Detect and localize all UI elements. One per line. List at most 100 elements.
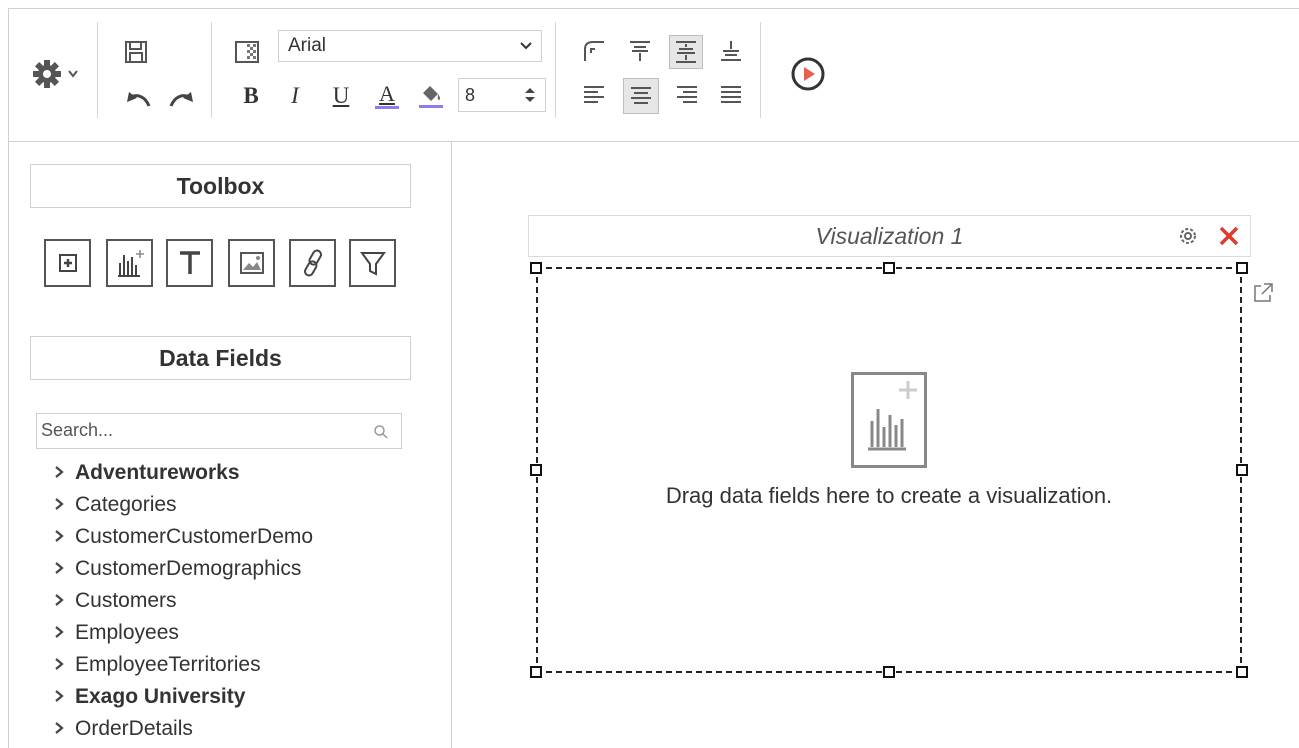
toolbar-divider	[97, 22, 98, 118]
run-report-button[interactable]	[788, 54, 828, 94]
underline-label: U	[332, 83, 350, 108]
align-bottom-icon	[721, 41, 741, 61]
tree-item[interactable]: CustomerCustomerDemo	[53, 522, 313, 552]
left-panel: Toolbox Data Fields Search... Adventurew…	[8, 142, 452, 748]
resize-handle-bottom-right[interactable]	[1236, 666, 1248, 678]
visualization-drop-zone[interactable]	[536, 267, 1242, 673]
tree-item-label: Categories	[75, 493, 177, 516]
bold-button[interactable]: B	[236, 80, 266, 112]
settings-menu-button[interactable]	[28, 56, 88, 92]
align-middle-button[interactable]	[669, 35, 703, 69]
text-align-center-icon	[631, 87, 651, 104]
visualization-delete-button[interactable]	[1217, 224, 1241, 253]
chart-icon	[117, 250, 144, 277]
search-icon[interactable]	[373, 424, 389, 440]
close-icon	[1219, 226, 1239, 246]
font-size-stepper[interactable]: 8	[458, 78, 546, 112]
tree-item[interactable]: CustomerDemographics	[53, 554, 301, 584]
tool-image[interactable]	[228, 239, 275, 287]
align-right-button[interactable]	[672, 80, 702, 110]
chevron-right-icon[interactable]	[53, 554, 75, 584]
chart-placeholder	[851, 372, 927, 468]
align-justify-button[interactable]	[716, 80, 746, 110]
resize-handle-left[interactable]	[530, 464, 542, 476]
tree-item-label: EmployeeTerritories	[75, 653, 261, 676]
tree-item-label: Adventureworks	[75, 461, 240, 484]
tree-item-label: Employees	[75, 621, 179, 644]
tree-item-label: OrderDetails	[75, 717, 193, 740]
undo-icon	[127, 92, 151, 107]
cell-corner-button[interactable]	[579, 36, 609, 66]
chevron-right-icon[interactable]	[53, 618, 75, 648]
resize-handle-bottom-left[interactable]	[530, 666, 542, 678]
spinner-arrows-icon[interactable]	[523, 85, 537, 105]
tree-item[interactable]: OrderDetails	[53, 714, 193, 744]
font-family-value: Arial	[288, 35, 327, 56]
chevron-right-icon[interactable]	[53, 586, 75, 616]
tree-item[interactable]: Exago University	[53, 682, 245, 712]
cell-format-button[interactable]	[232, 38, 262, 66]
resize-handle-top-left[interactable]	[530, 262, 542, 274]
text-align-justify-icon	[721, 86, 741, 103]
align-middle-icon	[676, 41, 696, 63]
redo-button[interactable]	[164, 82, 200, 114]
tool-filter[interactable]	[349, 239, 396, 287]
resize-handle-right[interactable]	[1236, 464, 1248, 476]
save-button[interactable]	[120, 36, 152, 68]
visualization-settings-button[interactable]	[1176, 224, 1200, 253]
tool-text[interactable]	[166, 239, 213, 287]
toolbar	[8, 8, 1299, 142]
align-top-button[interactable]	[625, 36, 655, 66]
chart-placeholder-icon	[868, 381, 917, 451]
chevron-right-icon[interactable]	[53, 682, 75, 712]
font-family-select[interactable]: Arial	[278, 30, 542, 62]
fill-color-button[interactable]	[416, 78, 446, 112]
tool-link[interactable]	[289, 239, 336, 287]
data-fields-header: Data Fields	[30, 336, 411, 380]
popout-button[interactable]	[1252, 282, 1274, 309]
align-center-button[interactable]	[623, 78, 659, 114]
tree-item[interactable]: Customers	[53, 586, 177, 616]
data-fields-search[interactable]	[36, 413, 402, 449]
play-icon	[791, 57, 825, 91]
tree-item[interactable]: Categories	[53, 490, 177, 520]
undo-button[interactable]	[120, 82, 156, 114]
resize-handle-top[interactable]	[883, 262, 895, 274]
chevron-right-icon[interactable]	[53, 522, 75, 552]
italic-button[interactable]: I	[280, 80, 310, 112]
tree-item[interactable]: Adventureworks	[53, 458, 240, 488]
resize-handle-top-right[interactable]	[1236, 262, 1248, 274]
chevron-right-icon[interactable]	[53, 490, 75, 520]
text-align-left-icon	[584, 86, 604, 103]
tree-item-label: CustomerCustomerDemo	[75, 525, 314, 548]
resize-handle-bottom[interactable]	[883, 666, 895, 678]
font-color-button[interactable]: A	[372, 78, 402, 112]
image-icon	[239, 252, 264, 274]
align-top-icon	[630, 41, 650, 61]
text-icon	[179, 251, 200, 274]
search-input[interactable]	[37, 414, 361, 446]
chevron-right-icon[interactable]	[53, 458, 75, 488]
external-link-icon	[1254, 283, 1273, 302]
gear-outline-icon	[1180, 228, 1196, 244]
toolbar-divider	[555, 22, 556, 118]
text-align-right-icon	[677, 86, 697, 103]
chevron-down-icon	[520, 42, 532, 50]
gear-dropdown-icon	[33, 60, 78, 88]
redo-icon	[169, 92, 193, 107]
chevron-right-icon[interactable]	[53, 714, 75, 744]
chevron-right-icon[interactable]	[53, 650, 75, 680]
underline-button[interactable]: U	[326, 80, 356, 112]
tree-item-label: Customers	[75, 589, 177, 612]
toolbar-divider	[211, 22, 212, 118]
rounded-corner-icon	[584, 41, 604, 61]
tool-chart[interactable]	[106, 239, 153, 287]
tree-item[interactable]: EmployeeTerritories	[53, 650, 261, 680]
tree-item[interactable]: Employees	[53, 618, 179, 648]
align-bottom-button[interactable]	[716, 36, 746, 66]
tool-add-cell[interactable]	[44, 239, 91, 287]
font-color-label: A	[379, 80, 395, 106]
align-left-button[interactable]	[579, 80, 609, 110]
fill-color-swatch	[419, 104, 443, 108]
font-color-swatch	[375, 105, 399, 109]
